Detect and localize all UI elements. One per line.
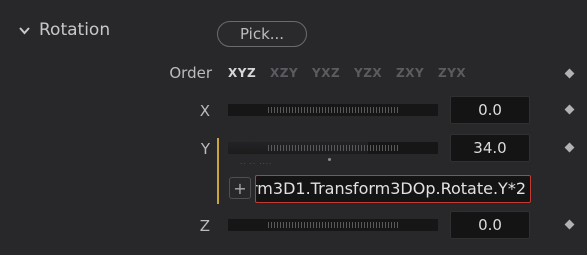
order-option-xzy[interactable]: XZY (270, 66, 298, 80)
add-expression-button[interactable]: + (229, 177, 251, 199)
expression-input[interactable]: Transform3D1.Transform3DOp.Rotate.Y*2 (255, 175, 531, 203)
rotation-panel: Rotation Pick... Order XYZ XZY YXZ YZX Z… (0, 0, 587, 255)
order-option-zyx[interactable]: ZYX (438, 66, 466, 80)
order-option-yxz[interactable]: YXZ (312, 66, 340, 80)
expression-text: Transform3D1.Transform3DOp.Rotate.Y*2 (256, 179, 526, 198)
y-label: Y (200, 140, 210, 158)
z-slider[interactable] (228, 219, 438, 231)
y-slider[interactable] (228, 142, 438, 154)
x-keyframe-diamond-icon[interactable] (564, 104, 575, 115)
chevron-down-icon[interactable] (17, 23, 31, 37)
rotation-section-header[interactable]: Rotation (17, 20, 110, 40)
x-slider-ticks (268, 107, 398, 113)
order-option-zxy[interactable]: ZXY (396, 66, 424, 80)
expression-indicator-bar (217, 138, 219, 204)
x-label: X (199, 102, 210, 120)
order-label: Order (169, 64, 212, 82)
order-keyframe-diamond-icon[interactable] (564, 68, 575, 79)
order-option-xyz[interactable]: XYZ (228, 66, 256, 80)
y-slider-ticks (268, 145, 398, 151)
z-slider-ticks (268, 222, 398, 228)
z-label: Z (199, 217, 210, 235)
x-slider[interactable] (228, 104, 438, 116)
order-option-yzx[interactable]: YZX (354, 66, 382, 80)
y-keyframe-diamond-icon[interactable] (564, 142, 575, 153)
x-value-field[interactable]: 0.0 (450, 96, 530, 124)
section-title: Rotation (39, 20, 111, 40)
slider-marker-dot (328, 158, 331, 161)
y-value-field[interactable]: 34.0 (450, 134, 530, 162)
faint-scale-label: ·· ·· ···· (240, 160, 273, 168)
z-keyframe-diamond-icon[interactable] (564, 219, 575, 230)
pick-button[interactable]: Pick... (217, 21, 307, 47)
z-value-field[interactable]: 0.0 (450, 211, 530, 239)
